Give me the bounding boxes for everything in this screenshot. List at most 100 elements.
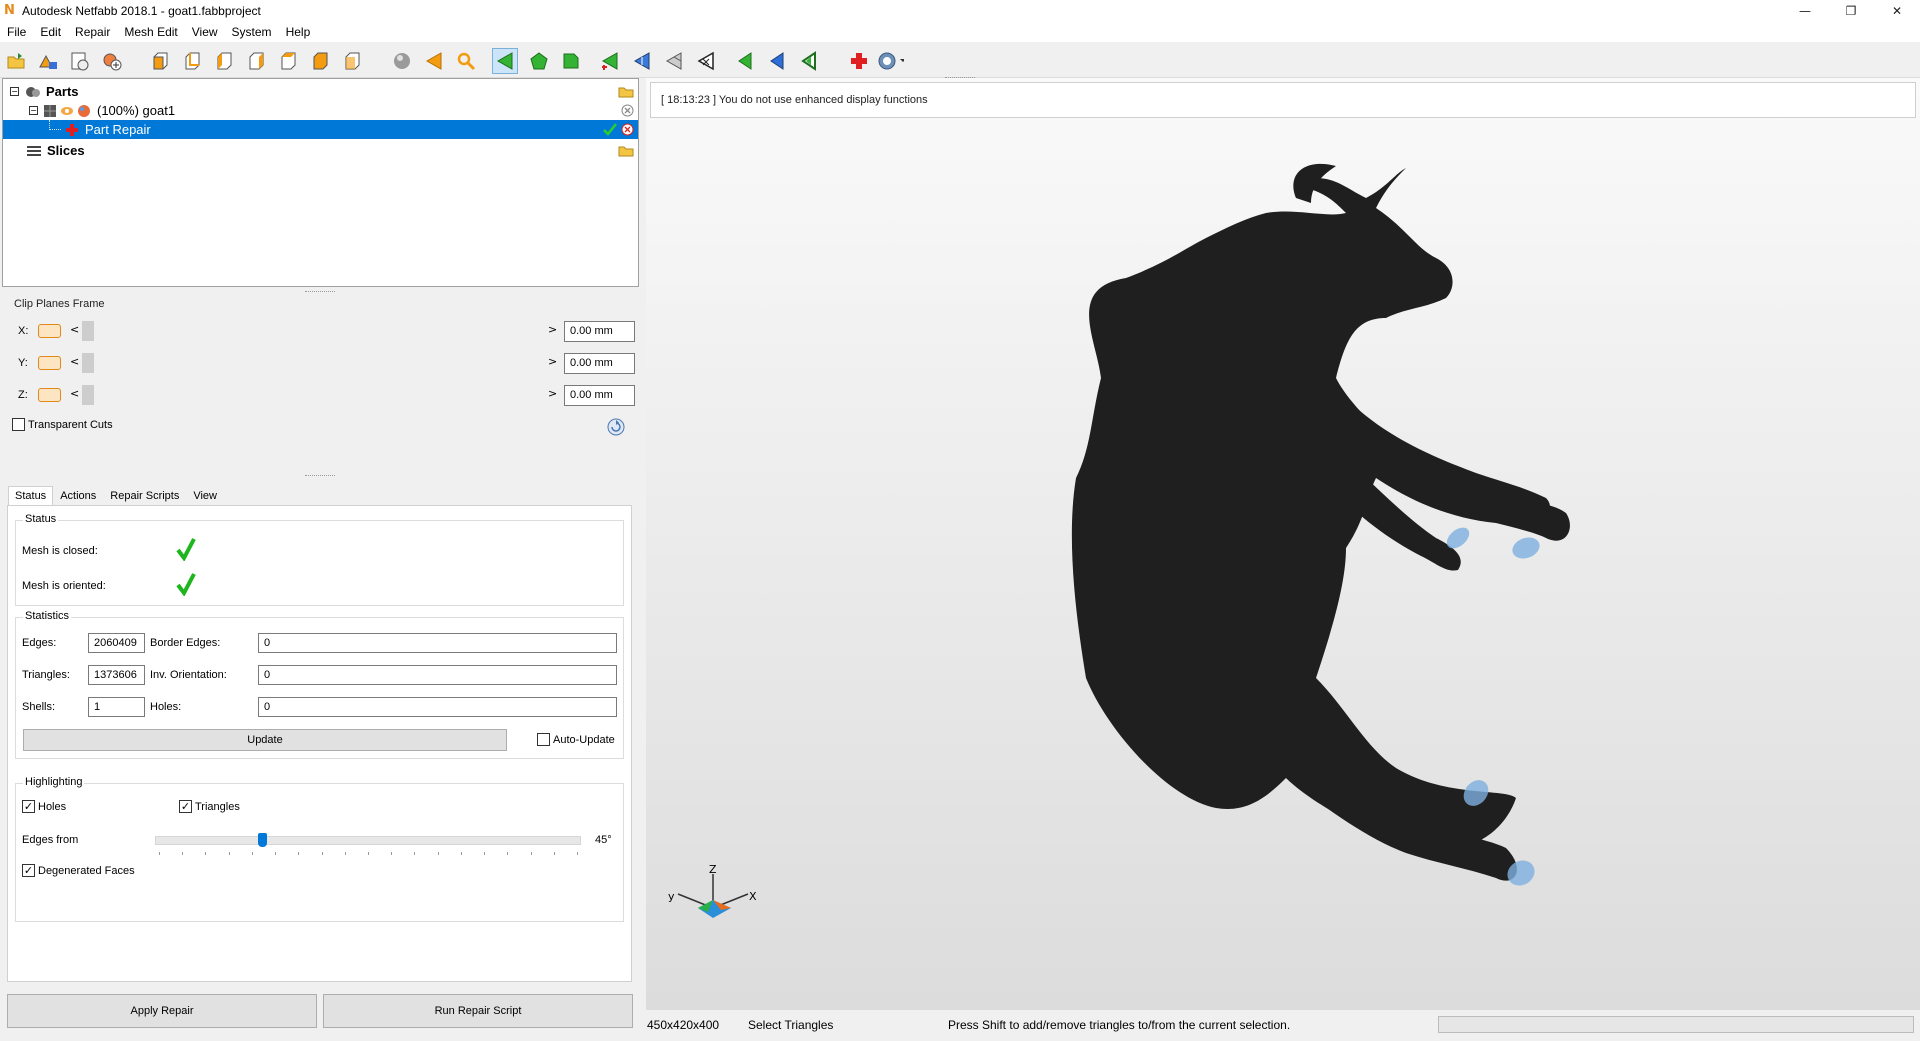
minimize-button[interactable]: —	[1782, 0, 1828, 22]
degenerated-faces-label: Degenerated Faces	[38, 864, 135, 877]
navigate-blue-icon[interactable]	[764, 48, 790, 74]
new-project-icon[interactable]	[67, 48, 93, 74]
transparent-cuts-checkbox[interactable]	[12, 418, 25, 431]
sphere-icon[interactable]	[389, 48, 415, 74]
restore-button[interactable]: ❐	[1828, 0, 1874, 22]
tree-label-part: (100%) goat1	[97, 103, 176, 118]
apply-repair-button[interactable]: Apply Repair	[7, 994, 317, 1028]
folder-icon[interactable]	[618, 86, 634, 98]
clip-x-right-arrow[interactable]: >	[548, 323, 557, 336]
menu-repair[interactable]: Repair	[68, 22, 117, 42]
folder-icon[interactable]	[618, 145, 634, 157]
clip-y-field[interactable]: 0.00 mm	[564, 353, 635, 374]
slider-tick	[553, 852, 555, 855]
clip-z-right-arrow[interactable]: >	[548, 387, 557, 400]
update-button[interactable]: Update	[23, 729, 507, 751]
menu-system[interactable]: System	[225, 22, 279, 42]
clip-x-slider-thumb[interactable]	[82, 321, 94, 341]
clip-x-toggle[interactable]	[38, 324, 61, 338]
close-button[interactable]: ✕	[1874, 0, 1920, 22]
tab-repair-scripts[interactable]: Repair Scripts	[103, 486, 186, 506]
view-left-icon[interactable]	[211, 48, 237, 74]
triangle-add-icon[interactable]	[597, 48, 623, 74]
clip-x-slider[interactable]	[82, 321, 542, 341]
menu-file[interactable]: File	[0, 22, 33, 42]
tree-row-goat1[interactable]: − (100%) goat1	[3, 101, 638, 120]
splitter-handle[interactable]	[305, 475, 335, 478]
navigate-green-icon[interactable]	[732, 48, 758, 74]
holes-highlight-checkbox[interactable]: ✓	[22, 800, 35, 813]
select-triangles-icon[interactable]	[492, 48, 518, 74]
goat-model[interactable]	[646, 78, 1920, 1010]
arrow-left-icon[interactable]	[421, 48, 447, 74]
clip-y-slider-thumb[interactable]	[82, 353, 94, 373]
border-edges-field[interactable]: 0	[258, 633, 617, 653]
select-shell-icon[interactable]	[558, 48, 584, 74]
triangle-remove-icon[interactable]	[693, 48, 719, 74]
view-back-icon[interactable]	[179, 48, 205, 74]
view-iso-icon[interactable]	[339, 48, 365, 74]
reset-clip-icon[interactable]	[607, 418, 625, 436]
repair-cross-icon	[66, 124, 78, 136]
clip-x-field[interactable]: 0.00 mm	[564, 321, 635, 342]
menu-edit[interactable]: Edit	[33, 22, 68, 42]
select-surface-icon[interactable]	[526, 48, 552, 74]
clip-z-toggle[interactable]	[38, 388, 61, 402]
clip-x-left-arrow[interactable]: <	[70, 323, 79, 336]
cancel-repair-icon[interactable]	[621, 123, 634, 136]
triangles-field[interactable]: 1373606	[88, 665, 145, 685]
mesh-closed-label: Mesh is closed:	[22, 545, 98, 557]
clip-z-left-arrow[interactable]: <	[70, 387, 79, 400]
clip-y-toggle[interactable]	[38, 356, 61, 370]
tab-view[interactable]: View	[186, 486, 224, 506]
clip-y-slider[interactable]	[82, 353, 542, 373]
triangle-mesh-icon[interactable]	[661, 48, 687, 74]
clip-y-right-arrow[interactable]: >	[548, 355, 557, 368]
tree-row-parts[interactable]: − Parts	[3, 82, 638, 101]
clip-y-left-arrow[interactable]: <	[70, 355, 79, 368]
run-repair-script-button[interactable]: Run Repair Script	[323, 994, 633, 1028]
collapse-toggle-icon[interactable]: −	[29, 106, 38, 115]
open-project-icon[interactable]	[3, 48, 29, 74]
slider-tick	[391, 852, 393, 855]
triangle-split-icon[interactable]	[629, 48, 655, 74]
triangles-highlight-checkbox[interactable]: ✓	[179, 800, 192, 813]
degenerated-faces-checkbox[interactable]: ✓	[22, 864, 35, 877]
3d-viewport[interactable]	[646, 78, 1920, 1010]
color-icon[interactable]	[77, 104, 91, 118]
tab-actions[interactable]: Actions	[53, 486, 103, 506]
tree-row-part-repair[interactable]: Part Repair	[3, 120, 638, 139]
eye-icon[interactable]	[60, 104, 74, 118]
edges-field[interactable]: 2060409	[88, 633, 145, 653]
holes-stat-field[interactable]: 0	[258, 697, 617, 717]
navigate-hollow-icon[interactable]	[796, 48, 822, 74]
clip-z-field[interactable]: 0.00 mm	[564, 385, 635, 406]
view-bottom-icon[interactable]	[307, 48, 333, 74]
auto-update-checkbox[interactable]	[537, 733, 550, 746]
clip-z-slider-thumb[interactable]	[82, 385, 94, 405]
inv-orientation-field[interactable]: 0	[258, 665, 617, 685]
edges-from-slider[interactable]	[155, 836, 581, 845]
clip-z-slider[interactable]	[82, 385, 542, 405]
menu-help[interactable]: Help	[279, 22, 318, 42]
view-top-icon[interactable]	[275, 48, 301, 74]
splitter-handle[interactable]	[945, 77, 975, 80]
tree-row-slices[interactable]: Slices	[3, 141, 638, 160]
collapse-toggle-icon[interactable]: −	[10, 87, 19, 96]
tab-status[interactable]: Status	[8, 486, 54, 506]
splitter-handle[interactable]	[305, 291, 335, 294]
confirm-check-icon[interactable]	[603, 123, 617, 136]
add-icon[interactable]	[99, 48, 125, 74]
remove-icon[interactable]	[621, 104, 634, 117]
add-part-icon[interactable]	[35, 48, 61, 74]
help-icon[interactable]	[878, 48, 904, 74]
slider-tick	[368, 852, 369, 855]
view-right-icon[interactable]	[243, 48, 269, 74]
zoom-icon[interactable]	[453, 48, 479, 74]
menu-mesh-edit[interactable]: Mesh Edit	[117, 22, 184, 42]
edges-from-slider-thumb[interactable]	[257, 833, 267, 847]
repair-cross-icon[interactable]	[846, 48, 872, 74]
shells-field[interactable]: 1	[88, 697, 145, 717]
menu-view[interactable]: View	[185, 22, 225, 42]
view-front-icon[interactable]	[147, 48, 173, 74]
